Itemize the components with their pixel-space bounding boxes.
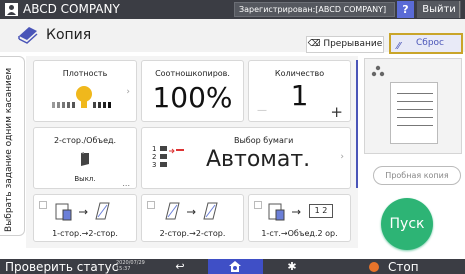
ratio-value: 100% [152, 81, 233, 114]
tray-3-label: 3 [152, 161, 157, 169]
density-label: Плотность [62, 69, 108, 78]
stop-button[interactable]: Стоп [355, 259, 465, 274]
two-to-two-side-icon [165, 202, 218, 220]
bottom-bar: Проверить статус 2020/07/29 15:37 ↩ ✱ Ст… [0, 259, 465, 274]
interrupt-button[interactable]: ⌫̷ Прерывание [306, 36, 384, 53]
reset-button[interactable]: ⁄⁄ Сброс [389, 33, 463, 54]
home-button[interactable] [208, 259, 263, 274]
density-chevron-icon: › [126, 87, 130, 97]
duplex-status: Выкл. [74, 175, 96, 183]
duplex-off-icon [81, 152, 89, 166]
stop-label: Стоп [388, 260, 419, 274]
user-icon [5, 3, 18, 16]
interrupt-label: Прерывание [323, 39, 383, 49]
tray-list: 1 2 3 [152, 145, 156, 169]
preview-panel [364, 58, 462, 154]
density-scale [52, 86, 111, 108]
paper-tray-icon [160, 146, 184, 167]
company-name: ABCD COMPANY [23, 2, 120, 16]
one-to-two-side-icon [55, 202, 110, 221]
panel-edge-button[interactable] [459, 1, 465, 18]
logout-button[interactable]: Выйти [417, 1, 461, 18]
one-side-combine-icon [268, 203, 301, 221]
ratio-label: Соотношкопиров. [155, 69, 230, 78]
interrupt-icon: ⌫̷ [307, 39, 324, 49]
gear-icon: ✱ [287, 260, 297, 273]
login-status: Зарегистрирован:[ABCD COMPANY] [234, 2, 395, 17]
time-text: 15:37 [116, 266, 131, 272]
shortcut-1-checkbox[interactable] [39, 201, 47, 209]
settings-summary-icon[interactable] [371, 65, 385, 77]
paper-select-label: Выбор бумаги [234, 136, 294, 145]
duplex-combine-tile[interactable]: 2-стор./Объед. Выкл. ... [33, 127, 137, 189]
help-button[interactable]: ? [397, 1, 414, 18]
copier-icon [18, 27, 38, 44]
quantity-increase-button[interactable]: + [330, 103, 343, 121]
combine-pages-label: 1 2 [309, 204, 333, 218]
one-touch-job-tab[interactable]: Выбрать задание одним касанием [0, 56, 25, 236]
tiles-scrollbar[interactable] [356, 60, 358, 188]
quantity-decrease-button[interactable]: — [257, 105, 267, 116]
page-title: Копия [46, 27, 92, 43]
start-button[interactable]: Пуск [381, 198, 433, 250]
shortcut-1side-combine-2[interactable]: 1 2 1-ст.→Объед.2 ор. [248, 194, 351, 242]
tray-2-label: 2 [152, 153, 157, 161]
duplex-more-icon[interactable]: ... [122, 179, 130, 188]
shortcut-3-checkbox[interactable] [254, 201, 262, 209]
duplex-label: 2-стор./Объед. [53, 136, 117, 145]
back-button[interactable]: ↩ [160, 259, 200, 274]
shortcut-1side-to-2side[interactable]: 1-стор.→2-стор. [33, 194, 137, 242]
density-marker [76, 86, 92, 102]
settings-button[interactable]: ✱ [272, 259, 312, 274]
stop-icon [369, 262, 379, 272]
check-status-button[interactable]: Проверить статус [5, 259, 118, 274]
paper-chevron-icon: › [340, 152, 344, 162]
top-status-bar: ABCD COMPANY Зарегистрирован:[ABCD COMPA… [0, 0, 465, 19]
datetime-display: 2020/07/29 15:37 [116, 260, 145, 272]
quantity-label: Количество [274, 69, 325, 78]
shortcut-2side-to-2side[interactable]: 2-стор.→2-стор. [141, 194, 244, 242]
shortcut-2-label: 2-стор.→2-стор. [159, 229, 226, 238]
paper-select-value: Автомат. [206, 147, 311, 172]
shortcut-3-label: 1-ст.→Объед.2 ор. [261, 229, 338, 238]
density-tile[interactable]: Плотность › [33, 60, 137, 122]
reset-icon: ⁄⁄ [397, 41, 401, 52]
reset-label: Сброс [416, 38, 445, 48]
tray-1-label: 1 [152, 145, 157, 153]
shortcut-1-label: 1-стор.→2-стор. [52, 229, 118, 238]
quantity-tile[interactable]: Количество 1 — + [248, 60, 351, 122]
paper-select-tile[interactable]: Выбор бумаги 1 2 3 Автомат. › [141, 127, 351, 189]
back-icon: ↩ [175, 260, 185, 273]
sample-copy-button[interactable]: Пробная копия [373, 166, 461, 185]
preview-page [390, 82, 438, 144]
home-icon [229, 261, 241, 272]
one-touch-job-label: Выбрать задание одним касанием [4, 67, 14, 232]
reproduction-ratio-tile[interactable]: Соотношкопиров. 100% [141, 60, 244, 122]
shortcut-2-checkbox[interactable] [147, 201, 155, 209]
